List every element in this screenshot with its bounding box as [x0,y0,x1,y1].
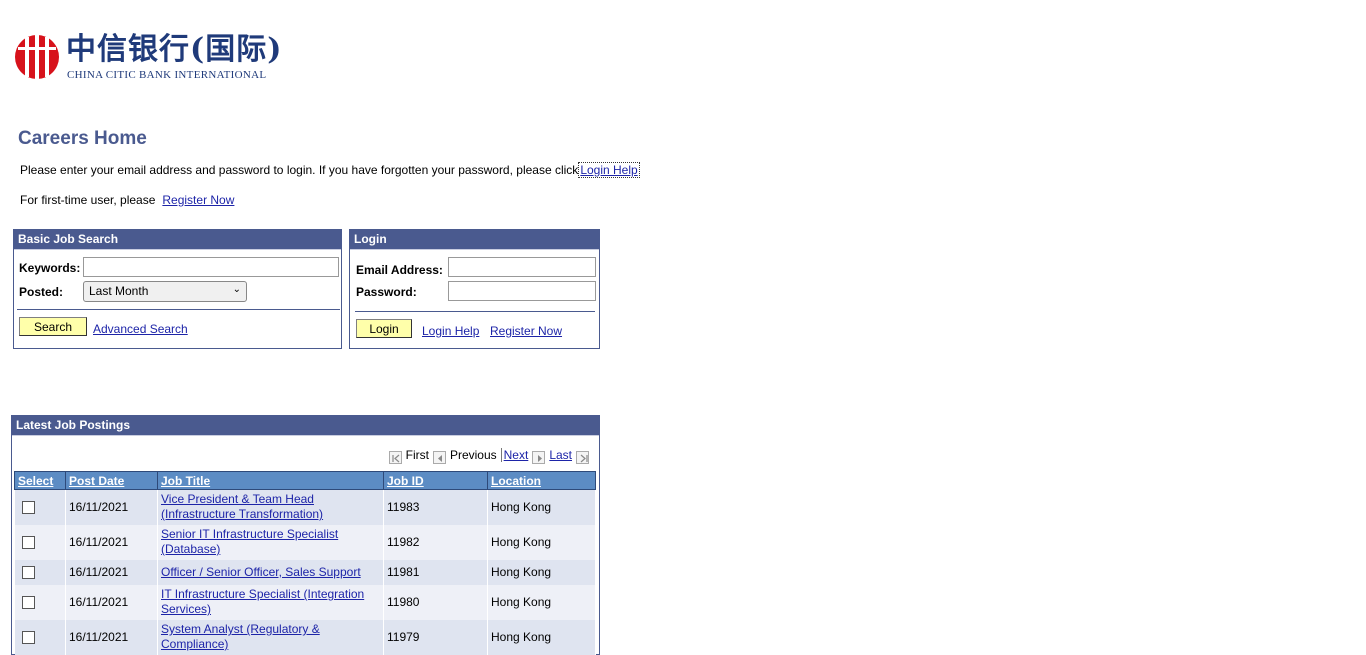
search-button[interactable]: Search [19,317,87,336]
first-time-text: For first-time user, please [20,193,156,207]
job-title-link[interactable]: Vice President & Team Head (Infrastructu… [161,492,323,521]
keywords-label: Keywords: [19,261,81,275]
next-link[interactable]: Next [504,448,529,462]
row-select-checkbox[interactable] [21,631,35,645]
post-date-cell: 16/11/2021 [65,524,158,560]
first-time-user: For first-time user, please Register Now [20,193,234,207]
job-title-link[interactable]: IT Infrastructure Specialist (Integratio… [161,587,364,616]
job-postings-table: Select Post Date Job Title Job ID Locati… [14,471,596,655]
column-header-job-id[interactable]: Job ID [383,471,488,490]
logo-english-text: CHINA CITIC BANK INTERNATIONAL [67,69,267,81]
table-row: 16/11/2021 IT Infrastructure Specialist … [14,584,596,620]
email-label: Email Address: [356,263,443,277]
first-label: First [405,448,429,462]
row-select-checkbox[interactable] [21,536,35,550]
table-header-row: Select Post Date Job Title Job ID Locati… [14,471,596,490]
table-row: 16/11/2021 Senior IT Infrastructure Spec… [14,524,596,560]
job-id-cell: 11980 [383,584,488,620]
advanced-search-link[interactable]: Advanced Search [93,322,188,336]
row-select-checkbox[interactable] [21,501,35,515]
last-link[interactable]: Last [549,448,572,462]
table-row: 16/11/2021 Officer / Senior Officer, Sal… [14,559,596,585]
job-title-link[interactable]: Senior IT Infrastructure Specialist (Dat… [161,527,338,556]
job-id-cell: 11982 [383,524,488,560]
pagination-nav: First Previous Next Last [385,448,593,464]
table-row: 16/11/2021 Vice President & Team Head (I… [14,489,596,525]
logo-chinese-text: 中信银行(国际) [66,32,283,67]
chevron-down-icon: ⌄ [232,284,241,295]
column-header-job-title[interactable]: Job Title [157,471,384,490]
location-cell: Hong Kong [487,524,596,560]
location-cell: Hong Kong [487,619,596,655]
first-time-register-link[interactable]: Register Now [162,193,234,207]
sort-job-id-link[interactable]: Job ID [387,474,424,488]
sort-job-title-link[interactable]: Job Title [161,474,210,488]
post-date-cell: 16/11/2021 [65,559,158,585]
row-select-checkbox[interactable] [21,566,35,580]
job-id-cell: 11979 [383,619,488,655]
login-divider [355,311,595,312]
row-select-checkbox[interactable] [21,596,35,610]
login-panel-header: Login [350,230,599,250]
table-row: 16/11/2021 System Analyst (Regulatory & … [14,619,596,655]
posted-label: Posted: [19,285,64,299]
location-cell: Hong Kong [487,489,596,525]
column-header-select[interactable]: Select [14,471,66,490]
page-title: Careers Home [18,128,147,149]
citic-emblem-icon [15,35,59,79]
nav-separator [500,448,502,462]
latest-job-postings-panel: Latest Job Postings First Previous Next … [11,415,600,655]
password-label: Password: [356,285,417,299]
first-page-icon[interactable] [388,450,402,464]
email-field[interactable] [448,257,596,277]
password-field[interactable] [448,281,596,301]
previous-label: Previous [449,448,497,462]
sort-location-link[interactable]: Location [491,474,541,488]
jobs-panel-header: Latest Job Postings [12,416,599,436]
intro-text: Please enter your email address and pass… [20,163,579,177]
login-intro: Please enter your email address and pass… [20,162,640,178]
job-id-cell: 11981 [383,559,488,585]
sort-select-link[interactable]: Select [18,474,53,488]
posted-selected-value: Last Month [89,284,149,298]
job-id-cell: 11983 [383,489,488,525]
job-title-link[interactable]: Officer / Senior Officer, Sales Support [161,565,361,579]
column-header-post-date[interactable]: Post Date [65,471,158,490]
last-page-icon[interactable] [576,450,589,464]
citic-logo: 中信银行(国际) CHINA CITIC BANK INTERNATIONAL [14,33,281,83]
login-panel: Login Email Address: Password: Login Log… [349,229,600,349]
job-title-link[interactable]: System Analyst (Regulatory & Compliance) [161,622,320,651]
post-date-cell: 16/11/2021 [65,584,158,620]
next-page-icon[interactable] [532,450,546,464]
register-now-link[interactable]: Register Now [490,324,562,338]
posted-select[interactable]: Last Month ⌄ [83,281,247,302]
search-panel-header: Basic Job Search [14,230,341,250]
column-header-location[interactable]: Location [487,471,596,490]
post-date-cell: 16/11/2021 [65,619,158,655]
previous-page-icon[interactable] [432,450,446,464]
basic-job-search-panel: Basic Job Search Keywords: Posted: Last … [13,229,342,349]
location-cell: Hong Kong [487,559,596,585]
login-help-link[interactable]: Login Help [422,324,479,338]
keywords-input[interactable] [83,257,339,277]
intro-login-help-link[interactable]: Login Help [578,162,640,178]
location-cell: Hong Kong [487,584,596,620]
post-date-cell: 16/11/2021 [65,489,158,525]
sort-post-date-link[interactable]: Post Date [69,474,124,488]
login-button[interactable]: Login [356,319,412,338]
search-divider [17,309,340,310]
